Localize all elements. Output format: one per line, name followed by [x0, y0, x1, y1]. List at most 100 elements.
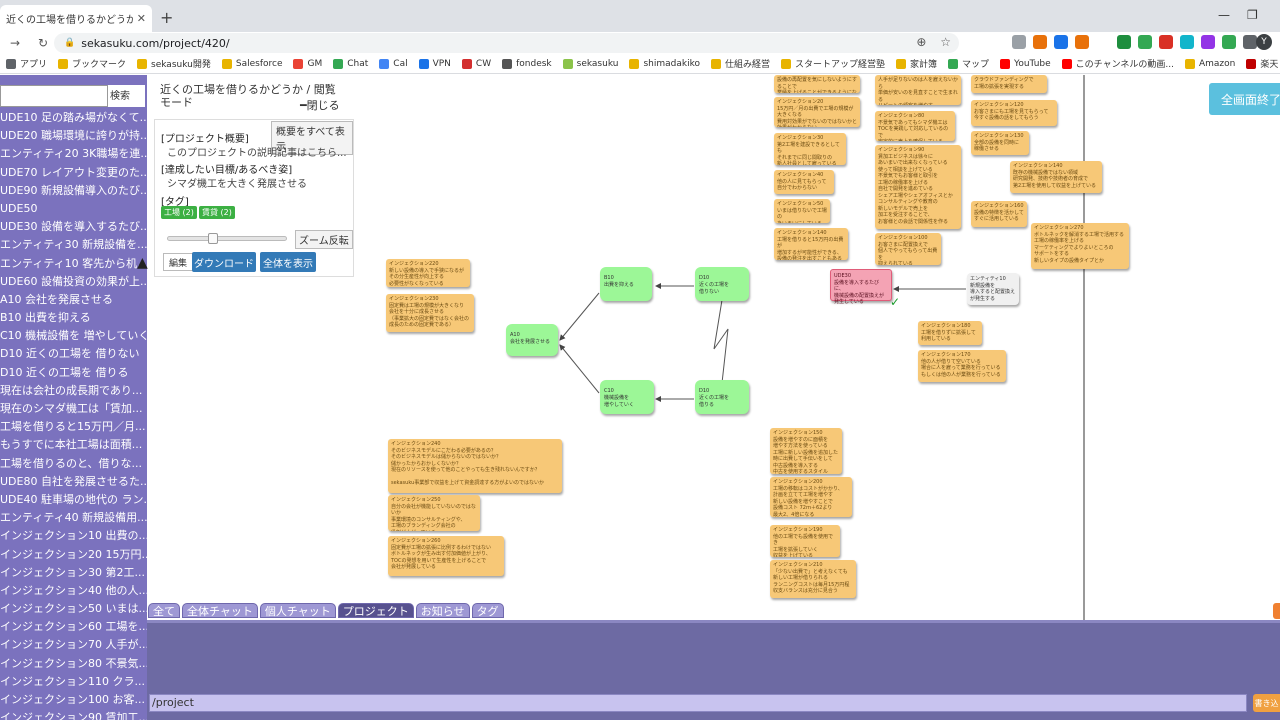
note-3[interactable]: クラウドファンディングで 工場の拡張を実現する: [971, 75, 1047, 93]
list-item[interactable]: C10 機械設備を 増やしていく: [0, 327, 147, 345]
note-injection40[interactable]: インジェクション40 他の人に見てもらって 自分でわからない: [774, 170, 834, 194]
edit-button[interactable]: 編集: [163, 253, 193, 271]
bottom-tab[interactable]: お知らせ: [415, 603, 470, 618]
note-injection50[interactable]: インジェクション50いまは借りないで工場のあいまいにしている: [774, 199, 830, 223]
extension-icon[interactable]: [1138, 35, 1152, 49]
bottom-tab[interactable]: 個人チャット: [259, 603, 336, 618]
extension-icon[interactable]: [1075, 35, 1089, 49]
note-injection170[interactable]: インジェクション170 他の人が借りて空いている 場合に人を雇って業務を行っているも…: [918, 350, 1006, 382]
list-item[interactable]: インジェクション70 人手が...: [0, 636, 147, 654]
note-injection250[interactable]: インジェクション250 自分の会社が機能していないのではないか 事業環境のコンサルテ…: [388, 495, 480, 531]
reload-icon[interactable]: ↻: [36, 36, 50, 50]
list-item[interactable]: インジェクション40 他の人...: [0, 582, 147, 600]
bookmark-item[interactable]: sekasuku開発: [137, 57, 211, 70]
note-injection130[interactable]: インジェクション130 全部の設備を同時に 稼働させる: [971, 131, 1029, 155]
zoom-slider-handle[interactable]: [208, 233, 218, 244]
zoom-flip-button[interactable]: ズーム反転: [295, 230, 353, 249]
overview-text[interactable]: このプロジェクトの説明記事はこちら...: [167, 144, 347, 159]
note-injection160[interactable]: インジェクション160 設備の特徴を活かして すぐに活用している: [971, 201, 1027, 227]
bookmark-item[interactable]: アプリ: [6, 57, 47, 70]
note-injection230[interactable]: インジェクション230 固定費は工場の規模が大きくなり 会社を十分に成長させる （事業…: [386, 294, 474, 332]
side-tab[interactable]: [1273, 603, 1280, 619]
extension-icon[interactable]: [1012, 35, 1026, 49]
note-injection150[interactable]: インジェクション150 設備を増やすのに面積を 増やす方法を使っている 工場に新しい設…: [770, 428, 842, 474]
list-item[interactable]: UDE10 足の踏み場がなくて...: [0, 109, 147, 127]
note-injection100[interactable]: インジェクション100 お客さまに配置換えで 個人でやってもらって出費を 抑えられてい…: [875, 233, 941, 265]
note-injection240[interactable]: インジェクション240 そのビジネスモデルにこだわる必要があるの？ そのビジネスモデ…: [388, 439, 562, 493]
bookmark-item[interactable]: このチャンネルの動画...: [1061, 57, 1174, 70]
bookmark-item[interactable]: 仕組み経営: [710, 57, 770, 70]
note-2[interactable]: 人手が足りないのは人を雇えないから単価が安いのを見直すことで生まれるリピートの顧…: [875, 75, 961, 105]
list-item[interactable]: UDE40 駐車場の地代の ラン...: [0, 491, 147, 509]
list-item[interactable]: B10 出費を抑える: [0, 309, 147, 327]
zoom-icon[interactable]: ⊕: [916, 35, 926, 49]
note-injection140-left[interactable]: インジェクション140 工場を借りると15万円の出費が 増加するが可能性ができる、設…: [774, 228, 848, 260]
bookmark-item[interactable]: sekasuku: [562, 58, 618, 69]
note-injection80[interactable]: インジェクション80 不景気であってもシマダ機工は TOCを実践して対応しているので…: [875, 111, 955, 141]
node-d10-rent[interactable]: D10 近くの工場を 借りる: [695, 380, 749, 414]
bookmark-item[interactable]: YouTube: [1000, 58, 1051, 69]
tag-badge[interactable]: 賃貸 (2): [199, 206, 235, 219]
extension-icon[interactable]: [1201, 35, 1215, 49]
list-item[interactable]: 現在のシマダ機工は「賃加...: [0, 400, 147, 418]
bottom-tab[interactable]: 全て: [148, 603, 180, 618]
extension-icon[interactable]: [1054, 35, 1068, 49]
list-item[interactable]: インジェクション50 いまは...: [0, 600, 147, 618]
close-icon[interactable]: ✕: [137, 12, 146, 25]
extension-icon[interactable]: [1180, 35, 1194, 49]
node-a10[interactable]: A10 会社を発展させる: [506, 324, 558, 356]
list-item[interactable]: D10 近くの工場を 借りる: [0, 364, 147, 382]
extension-icon[interactable]: [1033, 35, 1047, 49]
close-panel-button[interactable]: ━閉じる: [300, 97, 340, 113]
note-1[interactable]: 設備の再配置を気にしないようにすることで業績を上げることができるようになる: [774, 75, 860, 93]
bookmark-item[interactable]: shimadakiko: [629, 58, 700, 69]
bookmark-item[interactable]: スタートアップ経営塾: [781, 57, 885, 70]
note-injection260[interactable]: インジェクション260 固定費が工場の拡張に比例するわけではない ボトルネックが生み…: [388, 536, 504, 576]
list-item[interactable]: インジェクション90 賃加工...: [0, 709, 147, 720]
note-injection200[interactable]: インジェクション200 工場の移転はコストがかかり、 計画を立てて工場を増やす 新しい…: [770, 477, 852, 517]
list-item[interactable]: エンティティ20 3K職場を連...: [0, 145, 147, 163]
list-item[interactable]: UDE20 職場環境に誇りが持...: [0, 127, 147, 145]
list-item[interactable]: 工場を借りると15万円／月...: [0, 418, 147, 436]
exit-fullscreen-button[interactable]: 全画面終了: [1209, 83, 1280, 115]
show-all-view-button[interactable]: 全体を表示: [260, 252, 316, 272]
list-item[interactable]: インジェクション80 不景気...: [0, 655, 147, 673]
note-injection120[interactable]: インジェクション120 お客さまにも工場を見てもらって 今すぐ設備の話をしてもらう: [971, 100, 1057, 126]
tag-badge[interactable]: 工場 (2): [161, 206, 197, 219]
list-item[interactable]: 現在は会社の成長期であり...: [0, 382, 147, 400]
list-item[interactable]: UDE60 設備投資の効果が上...: [0, 273, 147, 291]
bookmark-item[interactable]: VPN: [418, 58, 451, 69]
note-injection180[interactable]: インジェクション180 工場を借りずに拡張して 利用している: [918, 321, 982, 345]
zoom-slider[interactable]: [167, 233, 287, 244]
bottom-tab[interactable]: タグ: [471, 603, 504, 618]
list-item[interactable]: UDE30 設備を導入するたび...: [0, 218, 147, 236]
list-item[interactable]: インジェクション20 15万円...: [0, 546, 147, 564]
search-button[interactable]: 検索: [110, 87, 130, 102]
browser-tab[interactable]: 近くの工場を借りるかどうか | 問題解 ✕: [0, 5, 152, 32]
puzzle-icon[interactable]: [1243, 35, 1257, 49]
profile-avatar[interactable]: Y: [1256, 34, 1272, 50]
note-injection20[interactable]: インジェクション20 15万円／月の出費で工場の規模が大きくなる 費用対効果がでない…: [774, 97, 860, 127]
extension-icon[interactable]: [1159, 35, 1173, 49]
note-injection190[interactable]: インジェクション190 他の工場でも設備を使用でき 工場を拡張していく 収益を上げてい…: [770, 525, 840, 557]
list-item[interactable]: D10 近くの工場を 借りない: [0, 345, 147, 363]
bookmark-item[interactable]: 家計簿: [896, 57, 937, 70]
note-injection140[interactable]: インジェクション140 既存の機械設備ではない領域 研究開発、技術や技術者の育成で第…: [1010, 161, 1102, 193]
list-item[interactable]: エンティティ10 客先から机...: [0, 255, 147, 273]
list-item[interactable]: インジェクション100 お客...: [0, 691, 147, 709]
extension-icon[interactable]: [1222, 35, 1236, 49]
node-c10[interactable]: C10 機械設備を 増やしていく: [600, 380, 654, 414]
list-item[interactable]: エンティティ30 新規設備を...: [0, 236, 147, 254]
list-item[interactable]: もうすでに本社工場は面積...: [0, 436, 147, 454]
node-d10-not-rent[interactable]: D10 近くの工場を 借りない: [695, 267, 749, 301]
list-item[interactable]: インジェクション60 工場を...: [0, 618, 147, 636]
bookmark-item[interactable]: Chat: [333, 58, 368, 69]
bookmark-item[interactable]: ブックマーク: [58, 57, 126, 70]
address-bar[interactable]: 🔒 sekasuku.com/project/420/ ⊕ ☆: [54, 33, 959, 53]
list-item[interactable]: 工場を借りるのと、借りな...: [0, 455, 147, 473]
bookmark-item[interactable]: マップ: [948, 57, 989, 70]
bookmark-item[interactable]: GM: [293, 58, 322, 69]
note-injection210[interactable]: インジェクション210 「少ない出費で」と考えなくても 新しい工場が借りられる ランニ…: [770, 560, 856, 598]
list-item[interactable]: インジェクション110 クラ...: [0, 673, 147, 691]
list-item[interactable]: インジェクション10 出費の...: [0, 527, 147, 545]
